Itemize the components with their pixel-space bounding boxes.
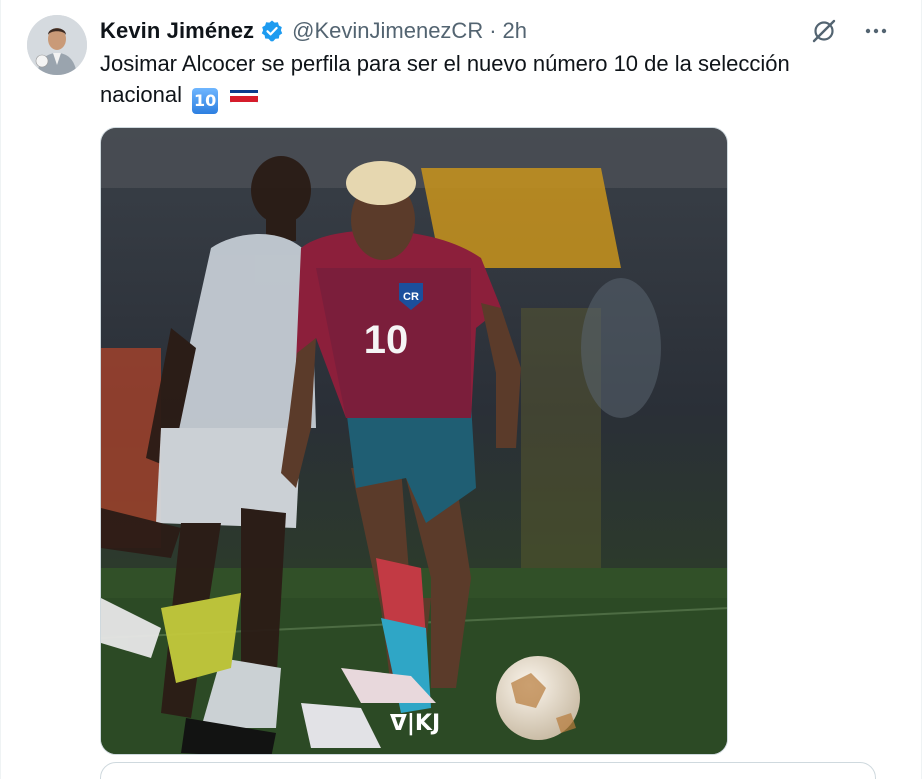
quoted-or-next-card[interactable] [100,762,876,779]
display-name[interactable]: Kevin Jiménez [100,18,254,44]
verified-badge-icon[interactable] [260,19,284,43]
avatar[interactable] [27,15,87,75]
crest-text: CR [403,291,419,303]
grok-icon[interactable] [809,16,839,46]
separator-dot: · [489,18,497,43]
keycap-ten-emoji: 10 [192,88,219,114]
user-handle[interactable]: @KevinJimenezCR [292,18,483,44]
more-options-icon[interactable] [861,16,891,46]
player-photo: CR 10 ᐁ|KJ [101,128,727,754]
jersey-number: 10 [364,318,409,362]
watermark-logo: ᐁ|KJ [390,711,440,736]
timestamp[interactable]: 2h [503,18,527,44]
costa-rica-flag-icon [230,85,259,103]
tweet-actions-top [809,16,891,46]
tweet-text: Josimar Alcocer se perfila para ser el n… [100,48,860,114]
tweet[interactable]: Kevin Jiménez @KevinJimenezCR · 2h Josim… [0,0,922,779]
tweet-image[interactable]: CR 10 ᐁ|KJ [100,127,728,755]
tweet-header: Kevin Jiménez @KevinJimenezCR · 2h [100,14,527,48]
